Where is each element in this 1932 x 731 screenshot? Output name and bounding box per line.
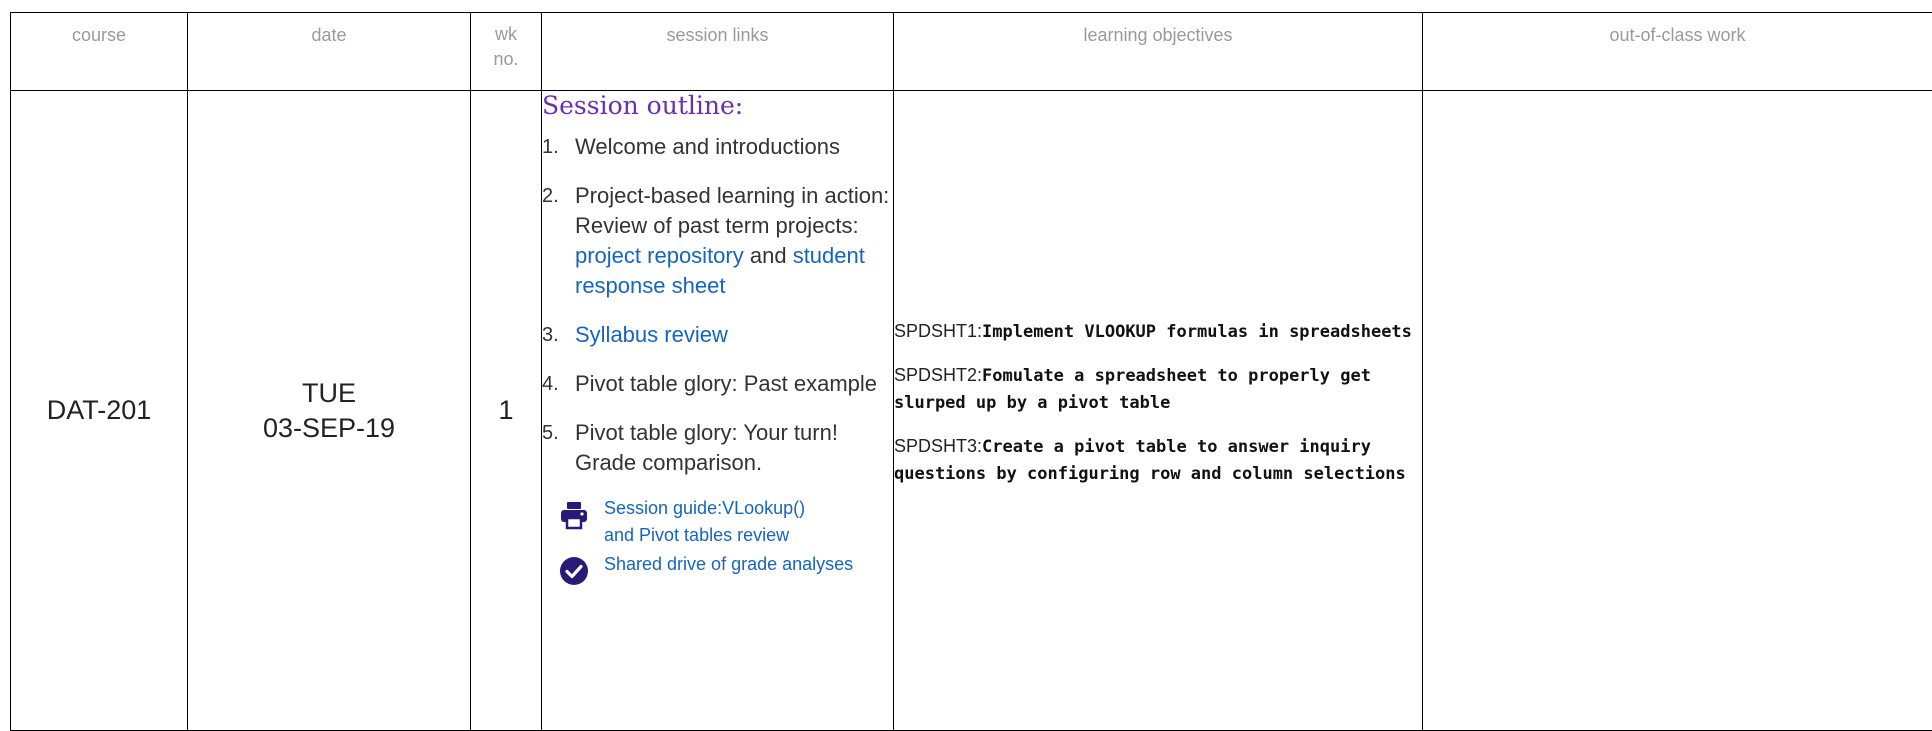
outline-item-number: 1. [542,132,575,162]
objective-item: SPDSHT2:Fomulate a spreadsheet to proper… [894,362,1422,417]
header-week-number: wk no. [471,13,542,91]
outline-item: 4. Pivot table glory: Past example [542,369,893,399]
session-links-cell: Session outline: 1. Welcome and introduc… [542,91,894,731]
session-outline-list: 1. Welcome and introductions 2. Project-… [542,132,893,478]
date-cell: TUE 03-SEP-19 [188,91,471,731]
printer-icon [558,499,590,531]
header-wk-line2: no. [493,49,518,69]
objective-code: SPDSHT1: [894,321,982,341]
day-text: TUE [302,378,356,408]
outline-item: 1. Welcome and introductions [542,132,893,162]
objective-code: SPDSHT2: [894,365,982,385]
shared-drive-resource[interactable]: Shared drive of grade analyses [542,551,893,587]
header-session-links: session links [542,13,894,91]
schedule-table: course date wk no. session links learning… [10,12,1932,731]
out-of-class-work-cell [1423,91,1932,731]
objective-item: SPDSHT3:Create a pivot table to answer i… [894,433,1422,488]
syllabus-review-link[interactable]: Syllabus review [575,320,728,350]
header-out-of-class-work: out-of-class work [1423,13,1932,91]
project-repository-link[interactable]: project repository [575,243,744,268]
session-outline-heading: Session outline: [542,91,893,120]
outline-item: 3. Syllabus review [542,320,893,350]
outline-item-text-part: and [744,243,793,268]
session-guide-line2[interactable]: and Pivot tables review [604,525,789,545]
learning-objectives-cell: SPDSHT1:Implement VLOOKUP formulas in sp… [894,91,1423,731]
header-date: date [188,13,471,91]
session-guide-resource[interactable]: Session guide:VLookup() and Pivot tables… [542,495,893,549]
week-number-cell: 1 [471,91,542,731]
outline-item-text: Project-based learning in action: Review… [575,181,893,301]
outline-item: 2. Project-based learning in action: Rev… [542,181,893,301]
outline-item-number: 4. [542,369,575,399]
table-row: DAT-201 TUE 03-SEP-19 1 Session outline:… [11,91,1932,731]
header-learning-objectives: learning objectives [894,13,1423,91]
check-circle-icon [558,555,590,587]
outline-item-number: 3. [542,320,575,350]
session-guide-link[interactable]: Session guide:VLookup() and Pivot tables… [604,495,805,549]
header-course: course [11,13,188,91]
header-wk-line1: wk [495,24,517,44]
outline-item-text: Pivot table glory: Past example [575,369,877,399]
date-text: 03-SEP-19 [263,413,395,443]
objective-text: Implement VLOOKUP formulas in spreadshee… [982,322,1412,342]
outline-item-text: Pivot table glory: Your turn! Grade comp… [575,418,893,478]
outline-item-number: 5. [542,418,575,478]
session-guide-line1[interactable]: Session guide:VLookup() [604,498,805,518]
outline-item-text: Welcome and introductions [575,132,840,162]
outline-item: 5. Pivot table glory: Your turn! Grade c… [542,418,893,478]
course-cell: DAT-201 [11,91,188,731]
header-row: course date wk no. session links learning… [11,13,1932,91]
objective-code: SPDSHT3: [894,436,982,456]
objective-item: SPDSHT1:Implement VLOOKUP formulas in sp… [894,318,1422,346]
outline-item-number: 2. [542,181,575,301]
outline-item-text-part: Project-based learning in action: Review… [575,183,889,238]
shared-drive-link[interactable]: Shared drive of grade analyses [604,551,853,578]
